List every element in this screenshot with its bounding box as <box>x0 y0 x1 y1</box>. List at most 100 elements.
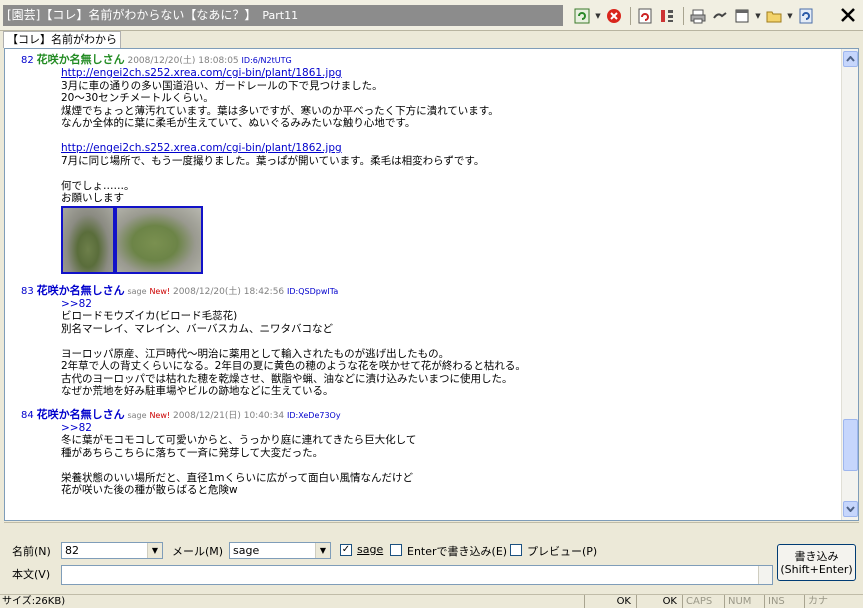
image-link[interactable]: http://engei2ch.s252.xrea.com/cgi-bin/pl… <box>61 67 841 80</box>
name-value: 82 <box>65 544 79 557</box>
body-textarea[interactable] <box>61 565 773 585</box>
post-line: 種があちらこちらに落ちて一斉に発芽して大変だった。 <box>61 446 324 459</box>
print-icon[interactable] <box>688 6 708 26</box>
reply-form: 名前(N) 82 ▼ メール(M) sage ▼ ✓ sage Enterで書き… <box>4 522 859 593</box>
refresh-icon[interactable] <box>635 6 655 26</box>
status-num: NUM <box>724 595 762 608</box>
sage-checkbox[interactable]: ✓ <box>340 544 352 556</box>
tab-row: 【コレ】名前がわから <box>0 31 863 48</box>
thumbnail-1861[interactable] <box>61 205 115 274</box>
post-id[interactable]: ID:XeDe73Oy <box>287 411 341 420</box>
name-select[interactable]: 82 ▼ <box>61 542 163 559</box>
toolbar: ▼ ▼ ▼ <box>572 5 818 27</box>
new-badge: New! <box>149 286 171 296</box>
post-header: 83 花咲か名無しさん sage New! 2008/12/20(土) 18:4… <box>21 284 841 298</box>
submit-shortcut: (Shift+Enter) <box>780 563 853 576</box>
tab-thread[interactable]: 【コレ】名前がわから <box>3 31 121 48</box>
post-line: なぜか荒地を好み駐車場やビルの跡地などに生えている。 <box>61 385 334 397</box>
enter-submit-checkbox[interactable] <box>390 544 402 556</box>
folder-icon[interactable] <box>764 6 784 26</box>
post-line: 別名マーレイ、マレイン、バーバスカム、ニワタバコなど <box>61 322 334 335</box>
post-line: 3月に車の通りの多い国道沿い、ガードレールの下で見つけました。 <box>61 79 383 92</box>
status-ins: INS <box>764 595 802 608</box>
window-icon[interactable] <box>732 6 752 26</box>
post-number[interactable]: 84 <box>21 410 34 421</box>
folder-dropdown-icon[interactable]: ▼ <box>786 12 794 20</box>
post-body: >>82 冬に葉がモコモコして可愛いからと、うっかり庭に連れてきたら巨大化して … <box>21 422 841 497</box>
post-number[interactable]: 82 <box>21 55 34 66</box>
image-thumbnails <box>61 205 841 274</box>
post-line: ビロードモウズイカ(ビロード毛蕊花) <box>61 310 238 322</box>
mail-value: sage <box>233 544 260 557</box>
link-icon[interactable] <box>710 6 730 26</box>
column-icon[interactable] <box>657 6 677 26</box>
reload-dropdown-icon[interactable]: ▼ <box>594 12 602 20</box>
post-line: お願いします <box>61 192 124 204</box>
post-date: 2008/12/20(土) 18:42:56 <box>172 286 285 297</box>
vertical-scrollbar[interactable] <box>841 49 858 520</box>
post-date: 2008/12/21(日) 10:40:34 <box>172 410 285 421</box>
enter-submit-label[interactable]: Enterで書き込み(E) <box>407 543 507 559</box>
post-number[interactable]: 83 <box>21 286 34 297</box>
status-kana: カナ <box>804 595 844 608</box>
status-size: サイズ:26KB) <box>2 596 66 607</box>
post-id[interactable]: ID:6/N2tUTG <box>242 56 292 65</box>
thumbnail-1862[interactable] <box>115 205 203 274</box>
new-badge: New! <box>149 410 171 420</box>
thread-view[interactable]: 82 花咲か名無しさん 2008/12/20(土) 18:08:05 ID:6/… <box>4 48 859 521</box>
stop-icon[interactable] <box>604 6 624 26</box>
mail-select[interactable]: sage ▼ <box>229 542 331 559</box>
preview-checkbox[interactable] <box>510 544 522 556</box>
chevron-down-icon <box>846 506 855 512</box>
post-line: 栄養状態のいい場所だと、直径1mくらいに広がって面白い風情なんだけど <box>61 471 413 484</box>
post-mail: sage <box>127 410 147 420</box>
post-name: 花咲か名無しさん <box>36 53 125 66</box>
scroll-down-button[interactable] <box>843 501 858 517</box>
image-link[interactable]: http://engei2ch.s252.xrea.com/cgi-bin/pl… <box>61 142 841 155</box>
post-line: 20〜30センチメートルくらい。 <box>61 92 214 104</box>
thread-title: [園芸]【コレ】名前がわからない【なあに？】 Part11 <box>3 5 563 26</box>
post-name: 花咲か名無しさん <box>36 407 125 421</box>
scroll-up-button[interactable] <box>843 51 858 67</box>
chevron-down-icon[interactable]: ▼ <box>315 543 330 558</box>
post-line: 煤煙でちょっと薄汚れています。葉は多いですが、寒いのか平べったく下方に潰れていま… <box>61 104 499 117</box>
options-icon[interactable] <box>796 6 816 26</box>
title-bar: [園芸]【コレ】名前がわからない【なあに？】 Part11 ▼ ▼ ▼ <box>0 0 863 31</box>
thread-title-text: [園芸]【コレ】名前がわからない【なあに？】 <box>7 8 257 22</box>
status-bar: サイズ:26KB) OK OK CAPS NUM INS カナ <box>0 594 863 608</box>
post-line: ヨーロッパ原産、江戸時代〜明治に薬用として輸入されたものが逃げ出したもの。 <box>61 347 450 360</box>
post-mail: sage <box>127 286 147 296</box>
preview-label[interactable]: プレビュー(P) <box>527 543 597 559</box>
chevron-down-icon[interactable]: ▼ <box>147 543 162 558</box>
textarea-scroll[interactable] <box>758 566 772 584</box>
submit-button[interactable]: 書き込み (Shift+Enter) <box>777 544 856 581</box>
chevron-up-icon <box>846 56 855 62</box>
post-header: 84 花咲か名無しさん sage New! 2008/12/21(日) 10:4… <box>21 408 841 422</box>
reply-anchor[interactable]: >>82 <box>61 298 841 311</box>
status-caps: CAPS <box>682 595 722 608</box>
toolbar-separator <box>630 7 631 25</box>
post-line: 7月に同じ場所で、もう一度撮りました。葉っぱが開いています。柔毛は相変わらずです… <box>61 154 485 167</box>
post-line: 2年草で人の背丈くらいになる。2年目の夏に黄色の穂のような花を咲かせて花が終わる… <box>61 360 526 372</box>
scroll-thumb[interactable] <box>843 419 858 471</box>
post-line: 花が咲いた後の種が散らばると危険w <box>61 484 238 496</box>
post-line: なんか全体的に葉に柔毛が生えていて、ぬいぐるみみたいな触り心地です。 <box>61 117 416 129</box>
post-id[interactable]: ID:QSDpwITa <box>287 287 338 296</box>
sage-label[interactable]: sage <box>357 543 383 556</box>
window-dropdown-icon[interactable]: ▼ <box>754 12 762 20</box>
post-83: 83 花咲か名無しさん sage New! 2008/12/20(土) 18:4… <box>21 284 841 398</box>
post-line: 冬に葉がモコモコして可愛いからと、うっかり庭に連れてきたら巨大化して <box>61 434 417 446</box>
status-ok-1: OK <box>584 595 634 608</box>
post-line: 古代のヨーロッパでは枯れた穂を乾燥させ、獣脂や蝋、油などに漬け込みたいまつに使用… <box>61 372 513 385</box>
reload-icon[interactable] <box>572 6 592 26</box>
post-body: http://engei2ch.s252.xrea.com/cgi-bin/pl… <box>21 67 841 274</box>
post-body: >>82 ビロードモウズイカ(ビロード毛蕊花) 別名マーレイ、マレイン、バーバス… <box>21 298 841 398</box>
reply-anchor[interactable]: >>82 <box>61 422 841 435</box>
close-tab-icon[interactable] <box>837 4 859 26</box>
mail-label: メール(M) <box>172 545 224 558</box>
thread-part: Part11 <box>262 9 299 22</box>
